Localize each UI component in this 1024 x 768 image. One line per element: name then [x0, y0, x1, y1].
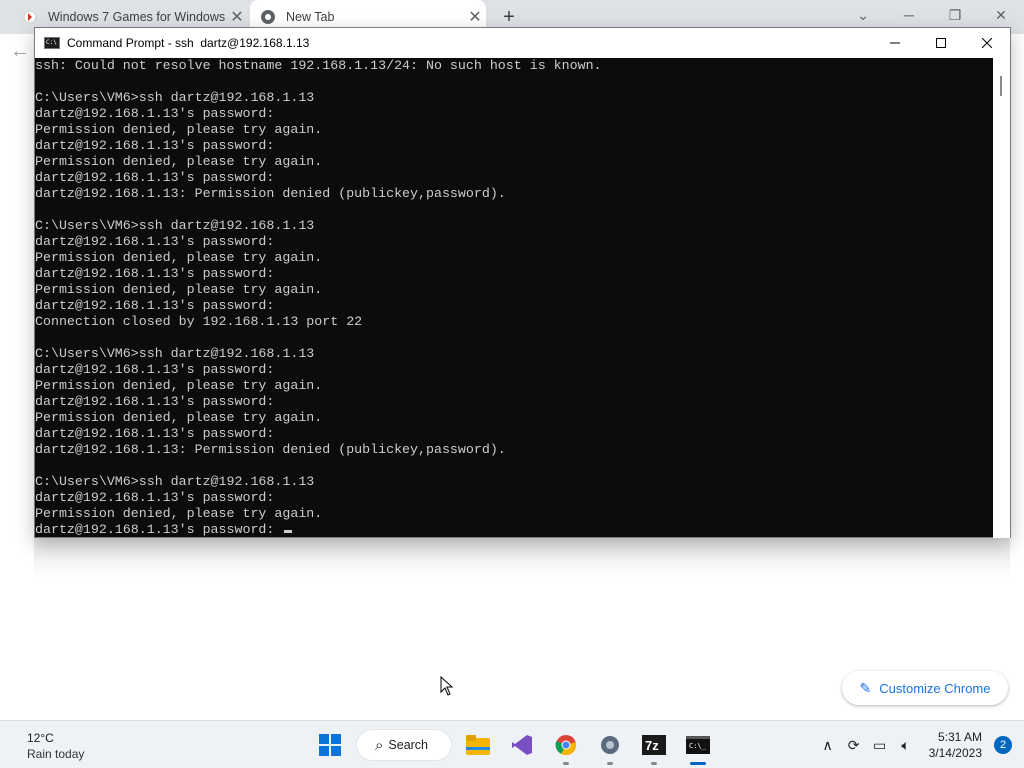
tab-close-icon[interactable]: ✕: [226, 7, 248, 27]
terminal-line: dartz@192.168.1.13: Permission denied (p…: [35, 442, 506, 457]
new-tab-button[interactable]: +: [498, 6, 520, 28]
terminal-line: dartz@192.168.1.13's password:: [35, 106, 275, 121]
cmd-window-title: Command Prompt - ssh dartz@192.168.1.13: [67, 36, 310, 50]
svg-text:7z: 7z: [645, 738, 659, 753]
restore-icon[interactable]: ❐: [932, 0, 978, 30]
clock-time: 5:31 AM: [937, 730, 982, 744]
window-shadow: [34, 538, 1010, 578]
scrollbar-thumb[interactable]: [1000, 76, 1002, 96]
clock-date: 3/14/2023: [928, 746, 982, 760]
7zip-icon: 7z: [642, 735, 666, 755]
search-label: Search: [388, 738, 429, 752]
terminal-output[interactable]: ssh: Could not resolve hostname 192.168.…: [35, 58, 994, 538]
terminal-line: C:\Users\VM6>ssh dartz@192.168.1.13: [35, 90, 315, 105]
terminal-line: dartz@192.168.1.13's password:: [35, 394, 275, 409]
tab-title: New Tab: [286, 10, 335, 24]
taskbar: 12°C Rain today ⌕ Search 7z C:\_ ∧ ⟳ ▭ 🔈…: [0, 720, 1024, 768]
command-prompt-window[interactable]: C:\ Command Prompt - ssh dartz@192.168.1…: [34, 27, 1011, 538]
clock[interactable]: 5:31 AM 3/14/2023: [929, 729, 982, 761]
cmd-app-icon: C:\: [44, 37, 60, 49]
weather-temperature: 12°C: [27, 731, 54, 745]
terminal-line: Connection closed by 192.168.1.13 port 2…: [35, 314, 363, 329]
tab-title: Windows 7 Games for Windows: [48, 10, 226, 24]
terminal-line: ssh: Could not resolve hostname 192.168.…: [35, 58, 602, 73]
pencil-icon: ✎: [859, 679, 872, 696]
terminal-line: dartz@192.168.1.13's password:: [35, 490, 275, 505]
terminal-line: Permission denied, please try again.: [35, 506, 323, 521]
back-arrow-icon[interactable]: ←: [10, 40, 30, 63]
weather-widget[interactable]: 12°C Rain today: [27, 730, 84, 762]
maximize-icon: [936, 38, 946, 48]
terminal-line: dartz@192.168.1.13's password:: [35, 522, 994, 538]
settings-button[interactable]: [589, 725, 631, 765]
notification-badge[interactable]: 2: [994, 736, 1012, 754]
terminal-line: dartz@192.168.1.13's password:: [35, 266, 275, 281]
terminal-line: C:\Users\VM6>ssh dartz@192.168.1.13: [35, 218, 315, 233]
terminal-line: Permission denied, please try again.: [35, 250, 323, 265]
terminal-line: Permission denied, please try again.: [35, 282, 323, 297]
text-cursor: [284, 530, 293, 533]
file-explorer-icon: [466, 735, 490, 755]
weather-condition: Rain today: [27, 747, 85, 761]
customize-label: Customize Chrome: [879, 680, 991, 696]
terminal-line: dartz@192.168.1.13's password:: [35, 362, 275, 377]
taskbar-search[interactable]: ⌕ Search: [356, 729, 452, 761]
tab-search-icon[interactable]: ⌄: [840, 0, 886, 30]
minimize-icon: [890, 42, 900, 44]
terminal-line: Permission denied, please try again.: [35, 378, 323, 393]
terminal-icon: C:\_: [686, 736, 710, 754]
close-icon[interactable]: ✕: [978, 0, 1024, 30]
start-button[interactable]: [309, 725, 351, 765]
chrome-favicon-icon: [260, 9, 276, 25]
file-explorer-button[interactable]: [457, 725, 499, 765]
terminal-line: Permission denied, please try again.: [35, 410, 323, 425]
svg-text:C:\_: C:\_: [689, 742, 707, 750]
terminal-line: dartz@192.168.1.13's password:: [35, 138, 275, 153]
terminal-line: C:\Users\VM6>ssh dartz@192.168.1.13: [35, 346, 315, 361]
search-icon: ⌕: [375, 736, 384, 754]
settings-icon: [601, 736, 619, 754]
visual-studio-icon: [512, 735, 532, 755]
tab-close-icon[interactable]: ✕: [464, 7, 486, 27]
minimize-button[interactable]: [872, 28, 918, 58]
chrome-icon: [555, 735, 577, 756]
terminal-line: dartz@192.168.1.13's password:: [35, 170, 275, 185]
terminal-line: dartz@192.168.1.13: Permission denied (p…: [35, 186, 506, 201]
chrome-window-controls: ⌄ ─ ❐ ✕: [840, 0, 1024, 30]
7zip-button[interactable]: 7z: [633, 725, 675, 765]
terminal-line: Permission denied, please try again.: [35, 154, 323, 169]
cmd-window-controls: [872, 28, 1010, 58]
system-tray: ∧ ⟳ ▭ 🔈︎ 5:31 AM 3/14/2023 2: [815, 721, 1012, 768]
terminal-button[interactable]: C:\_: [677, 725, 719, 765]
terminal-line: dartz@192.168.1.13's password:: [35, 298, 275, 313]
sync-icon[interactable]: ⟳: [841, 737, 867, 754]
start-icon: [319, 734, 341, 756]
visual-studio-button[interactable]: [501, 725, 543, 765]
chrome-taskbar-button[interactable]: [545, 725, 587, 765]
mouse-cursor-icon: [440, 676, 454, 696]
scrollbar[interactable]: [993, 58, 1010, 538]
taskbar-apps: ⌕ Search 7z C:\_: [308, 721, 720, 768]
terminal-line: dartz@192.168.1.13's password:: [35, 234, 275, 249]
terminal-line: C:\Users\VM6>ssh dartz@192.168.1.13: [35, 474, 315, 489]
maximize-button[interactable]: [918, 28, 964, 58]
close-button[interactable]: [964, 28, 1010, 58]
cmd-titlebar[interactable]: C:\ Command Prompt - ssh dartz@192.168.1…: [35, 28, 1010, 58]
customize-chrome-button[interactable]: ✎ Customize Chrome: [842, 671, 1008, 705]
close-icon: [982, 38, 992, 48]
terminal-line: dartz@192.168.1.13's password:: [35, 426, 275, 441]
terminal-line: Permission denied, please try again.: [35, 122, 323, 137]
network-icon[interactable]: ▭: [867, 737, 893, 754]
minimize-icon[interactable]: ─: [886, 0, 932, 30]
chevron-up-icon[interactable]: ∧: [815, 737, 841, 754]
volume-icon[interactable]: 🔈︎: [893, 737, 919, 754]
games-favicon-icon: [22, 9, 38, 25]
